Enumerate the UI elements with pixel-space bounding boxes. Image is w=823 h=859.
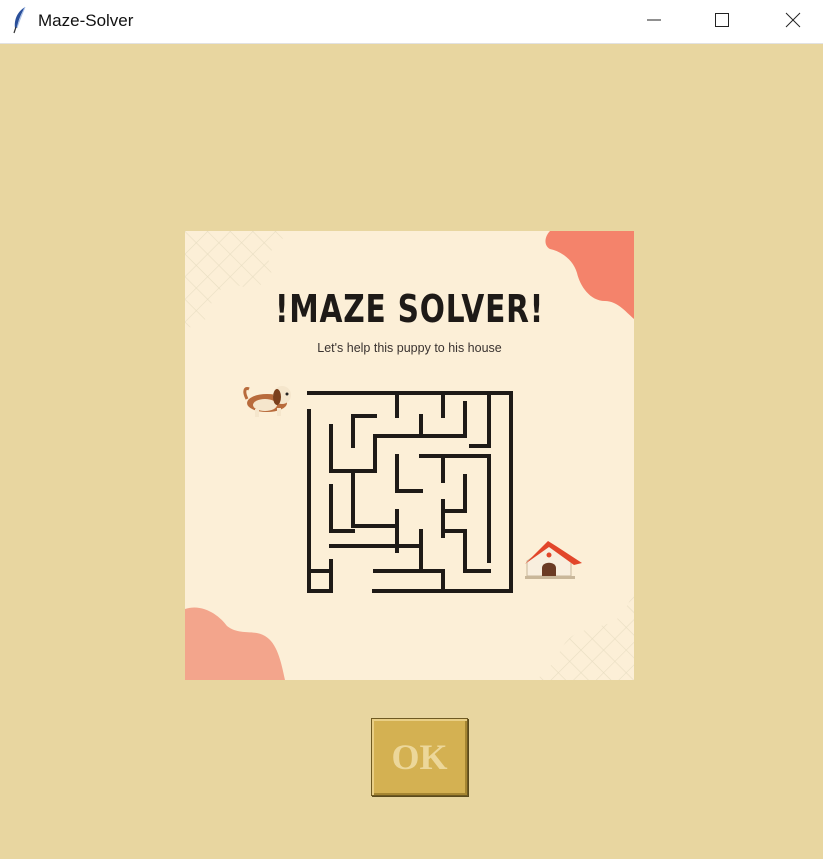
minimize-button[interactable] — [631, 0, 677, 40]
title-bar: Maze-Solver — [0, 0, 823, 44]
close-button[interactable] — [770, 0, 816, 40]
banner-title: !MAZE SOLVER! — [274, 287, 545, 331]
close-icon — [785, 12, 801, 28]
banner-subtitle: Let's help this puppy to his house — [317, 341, 502, 355]
feather-icon — [11, 6, 29, 34]
maximize-button[interactable] — [699, 0, 745, 40]
window-title: Maze-Solver — [38, 11, 134, 30]
minimize-icon — [647, 19, 661, 21]
maze-banner-image: !MAZE SOLVER! Let's help this puppy to h… — [185, 231, 634, 680]
maximize-icon — [715, 13, 729, 27]
ok-button[interactable]: OK — [371, 718, 468, 796]
